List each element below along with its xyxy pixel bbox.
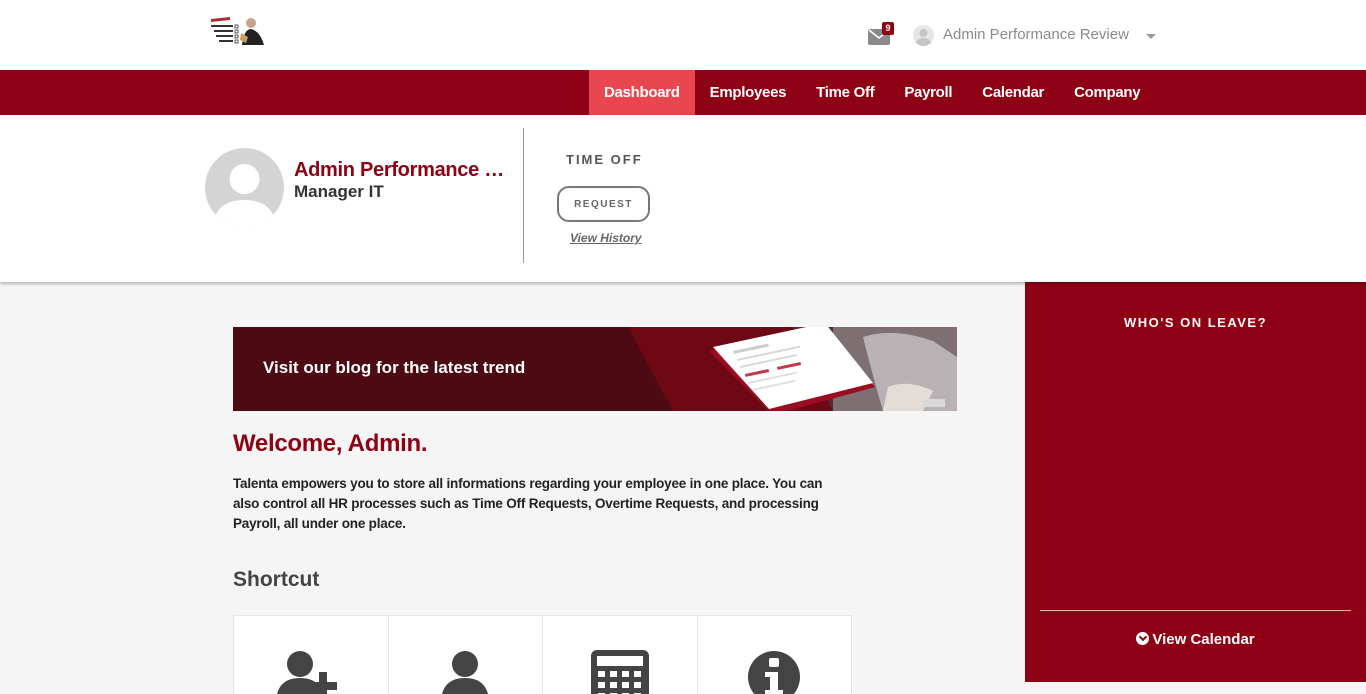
shortcut-heading: Shortcut bbox=[233, 568, 320, 591]
user-avatar[interactable] bbox=[913, 25, 934, 46]
shortcut-company-info[interactable] bbox=[698, 616, 852, 694]
user-icon bbox=[442, 651, 489, 694]
main-navbar: Dashboard Employees Time Off Payroll Cal… bbox=[0, 70, 1366, 115]
profile-name[interactable]: Admin Performance Review bbox=[294, 159, 516, 182]
nav-payroll[interactable]: Payroll bbox=[889, 70, 967, 115]
nav-company[interactable]: Company bbox=[1059, 70, 1155, 115]
profile-divider bbox=[523, 128, 524, 263]
whos-on-leave-title: WHO'S ON LEAVE? bbox=[1123, 315, 1268, 330]
info-icon bbox=[748, 651, 801, 694]
shortcut-grid bbox=[233, 615, 852, 694]
shortcut-payroll[interactable] bbox=[543, 616, 698, 694]
user-avatar-icon bbox=[915, 29, 932, 46]
profile-avatar[interactable] bbox=[205, 148, 284, 227]
banner-text: Visit our blog for the latest trend bbox=[263, 358, 526, 377]
shortcut-add-employee[interactable] bbox=[234, 616, 389, 694]
shortcut-employees[interactable] bbox=[389, 616, 543, 694]
view-history-link[interactable]: View History bbox=[570, 231, 642, 245]
nav-employees[interactable]: Employees bbox=[695, 70, 802, 115]
nav-time-off[interactable]: Time Off bbox=[801, 70, 889, 115]
main-nav: Dashboard Employees Time Off Payroll Cal… bbox=[589, 70, 1155, 115]
time-off-title: TIME OFF bbox=[566, 152, 643, 167]
notification-badge: 9 bbox=[882, 22, 894, 35]
intro-text: Talenta empowers you to store all inform… bbox=[233, 476, 823, 531]
calculator-icon bbox=[590, 650, 649, 694]
add-user-icon bbox=[276, 651, 337, 694]
profile-role: Manager IT bbox=[294, 182, 384, 201]
blog-banner[interactable]: Visit our blog for the latest trend bbox=[233, 327, 957, 411]
caret-down-icon[interactable] bbox=[1146, 34, 1156, 39]
chevron-circle-down-icon bbox=[1136, 632, 1150, 645]
time-off-request-button[interactable]: REQUEST bbox=[557, 186, 650, 222]
company-logo[interactable] bbox=[208, 13, 266, 49]
profile-panel: Admin Performance Review Manager IT TIME… bbox=[0, 115, 1366, 282]
profile-avatar-icon bbox=[213, 164, 276, 227]
nav-dashboard[interactable]: Dashboard bbox=[589, 70, 695, 115]
nav-calendar[interactable]: Calendar bbox=[967, 70, 1059, 115]
user-menu-name[interactable]: Admin Performance Review bbox=[943, 26, 1129, 43]
welcome-heading: Welcome, Admin. bbox=[233, 430, 428, 457]
whos-on-leave-panel: WHO'S ON LEAVE? View Calendar bbox=[1025, 282, 1366, 682]
leave-divider bbox=[1040, 610, 1351, 611]
view-calendar-label: View Calendar bbox=[1152, 631, 1255, 648]
view-calendar-link[interactable]: View Calendar bbox=[1025, 631, 1366, 648]
top-header: 9 Admin Performance Review bbox=[0, 0, 1366, 70]
